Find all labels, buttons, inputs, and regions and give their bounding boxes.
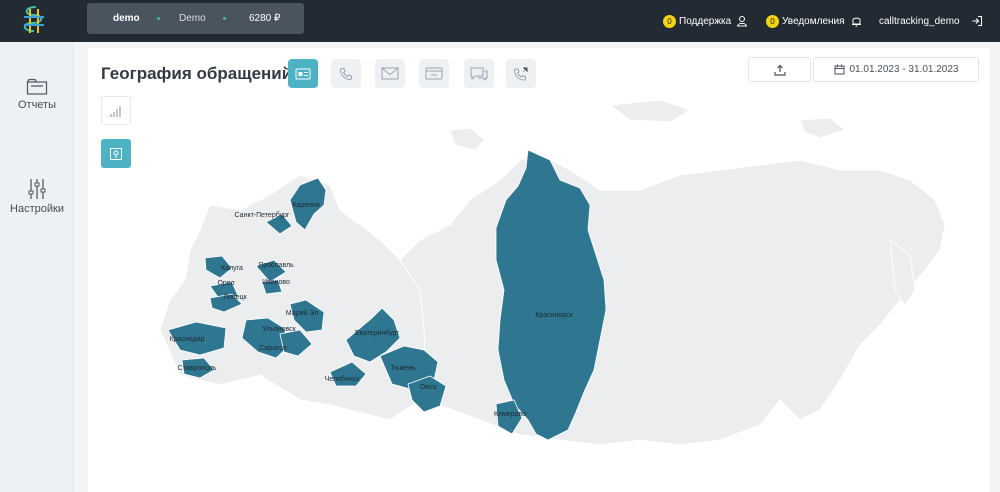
sidebar-item-settings[interactable]: Настройки <box>0 178 74 215</box>
logo-icon[interactable] <box>16 3 50 39</box>
folder-icon <box>26 78 48 95</box>
notifications-count-badge: 0 <box>766 14 779 28</box>
tab-calls[interactable] <box>331 59 361 88</box>
notifications-link[interactable]: 0 Уведомления <box>766 0 862 42</box>
tab-callbacks[interactable] <box>506 59 536 88</box>
support-count-badge: 0 <box>663 14 676 28</box>
all-requests-icon <box>295 68 311 79</box>
sidebar-item-label: Настройки <box>10 203 64 215</box>
username: calltracking_demo <box>879 15 960 27</box>
account-name: Demo <box>179 13 206 24</box>
tab-forms[interactable] <box>419 59 449 88</box>
upload-icon <box>773 64 786 76</box>
status-dot <box>157 17 160 20</box>
sidebar-item-label: Отчеты <box>17 99 57 111</box>
tab-all-requests[interactable] <box>288 59 318 88</box>
balance: 6280 ₽ <box>249 13 281 24</box>
logout-icon <box>972 16 982 26</box>
export-button[interactable] <box>748 57 811 82</box>
callback-icon <box>513 66 528 81</box>
phone-icon <box>339 67 352 80</box>
chat-icon <box>470 67 488 81</box>
chart-view-button[interactable] <box>101 96 131 125</box>
page-title: География обращений <box>101 64 293 83</box>
map-view-button[interactable] <box>101 139 131 168</box>
date-range-picker[interactable]: 01.01.2023 - 31.01.2023 <box>813 57 979 82</box>
calendar-icon <box>834 64 844 75</box>
logout-button[interactable] <box>971 0 983 42</box>
notifications-label: Уведомления <box>782 15 845 27</box>
top-bar: demo Demo 6280 ₽ 0 Поддержка 0 Уведомлен… <box>0 0 1000 42</box>
tab-chats[interactable] <box>464 59 494 88</box>
form-icon <box>425 67 443 80</box>
email-icon <box>381 67 399 80</box>
support-icon <box>737 16 748 27</box>
account-switcher[interactable]: demo Demo 6280 ₽ <box>87 3 304 34</box>
bar-chart-icon <box>110 105 121 117</box>
date-range-label: 01.01.2023 - 31.01.2023 <box>849 64 959 75</box>
status-dot <box>223 17 226 20</box>
tab-email[interactable] <box>375 59 405 88</box>
sidebar-item-reports[interactable]: Отчеты <box>0 78 74 111</box>
user-menu[interactable]: calltracking_demo <box>879 0 960 42</box>
support-label: Поддержка <box>679 15 732 27</box>
account-login: demo <box>113 13 140 24</box>
support-link[interactable]: 0 Поддержка <box>663 0 748 42</box>
content-panel <box>88 48 990 492</box>
map-pin-icon <box>110 147 122 160</box>
sliders-icon <box>28 179 46 199</box>
sidebar: Отчеты Настройки <box>0 42 74 492</box>
bell-icon <box>851 17 861 27</box>
